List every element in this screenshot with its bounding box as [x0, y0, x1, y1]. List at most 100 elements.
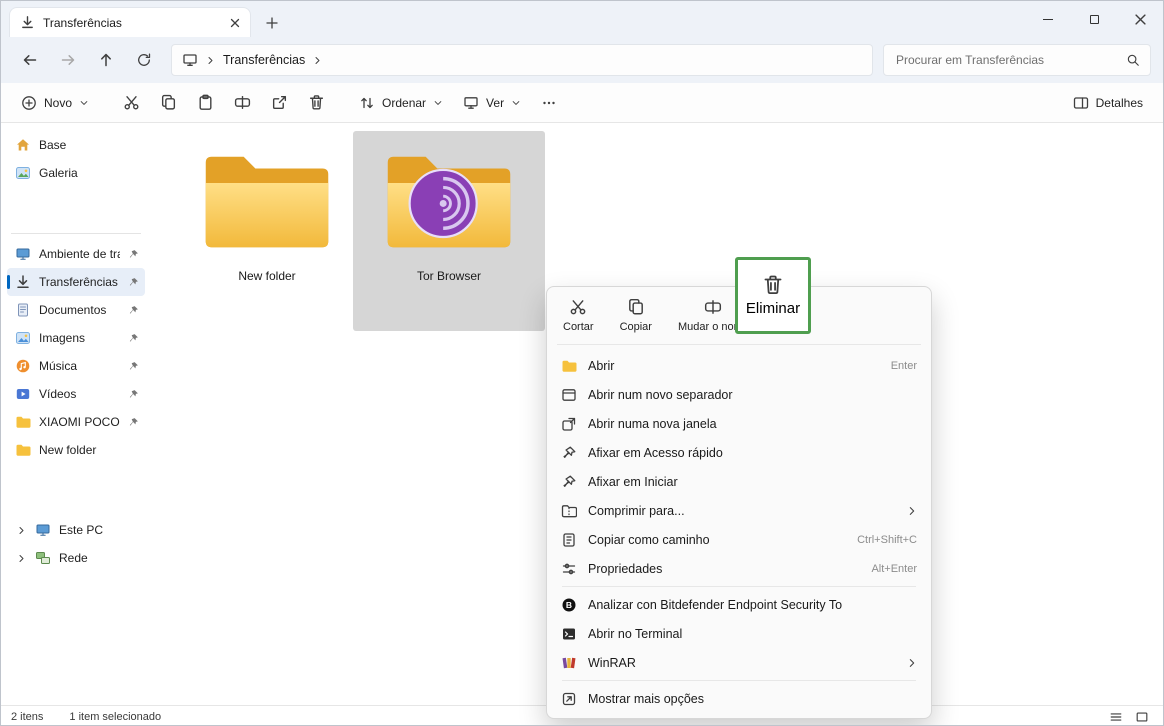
maximize-button[interactable]	[1071, 1, 1117, 37]
sidebar-item-label: Imagens	[39, 331, 120, 345]
large-icons-view-button[interactable]	[1135, 710, 1149, 724]
file-tile-tor-browser[interactable]: Tor Browser	[353, 131, 545, 331]
up-icon	[98, 52, 114, 68]
plus-circle-icon	[21, 95, 37, 111]
sidebar-item-label: Este PC	[59, 523, 139, 537]
context-menu-quick-actions: Cortar Copiar Mudar o nome	[547, 287, 931, 341]
menu-item-abrir-terminal[interactable]: Abrir no Terminal	[552, 619, 926, 648]
view-button-label: Ver	[486, 96, 504, 110]
share-icon	[271, 94, 288, 111]
chevron-down-icon	[511, 98, 521, 108]
network-icon	[35, 550, 51, 566]
sidebar-item-gallery[interactable]: Galeria	[7, 159, 145, 187]
minimize-button[interactable]	[1025, 1, 1071, 37]
menu-item-comprimir-para[interactable]: Comprimir para...	[552, 496, 926, 525]
pin-icon	[561, 474, 577, 490]
pin-icon	[128, 417, 139, 428]
chevron-down-icon	[79, 98, 89, 108]
expand-chevron-icon[interactable]	[17, 526, 26, 535]
menu-item-winrar[interactable]: WinRAR	[552, 648, 926, 677]
sidebar-item-videos[interactable]: Vídeos	[7, 380, 145, 408]
copy-icon	[627, 298, 645, 316]
menu-divider	[562, 680, 916, 681]
quick-cut-button[interactable]: Cortar	[563, 298, 594, 333]
menu-item-mostrar-mais-opcoes[interactable]: Mostrar mais opções	[552, 684, 926, 713]
tab-close-icon[interactable]	[230, 18, 240, 28]
menu-item-abrir-nova-janela[interactable]: Abrir numa nova janela	[552, 409, 926, 438]
context-menu-list: Abrir Enter Abrir num novo separador A	[547, 348, 931, 718]
videos-icon	[15, 386, 31, 402]
open-folder-icon	[561, 358, 577, 374]
context-menu: Cortar Copiar Mudar o nome	[546, 286, 932, 719]
address-bar[interactable]: Transferências	[171, 44, 873, 76]
back-button[interactable]	[13, 44, 47, 76]
menu-item-propriedades[interactable]: Propriedades Alt+Enter	[552, 554, 926, 583]
view-button[interactable]: Ver	[455, 88, 529, 118]
home-icon	[15, 137, 31, 153]
rename-icon	[704, 298, 722, 316]
menu-item-copiar-como-caminho[interactable]: Copiar como caminho Ctrl+Shift+C	[552, 525, 926, 554]
folder-content-area[interactable]: New folder T	[151, 123, 1163, 705]
desktop-icon	[15, 246, 31, 262]
menu-item-bitdefender-scan[interactable]: B Analizar con Bitdefender Endpoint Secu…	[552, 590, 926, 619]
new-tab-button[interactable]	[257, 9, 287, 37]
rename-button[interactable]	[226, 88, 259, 118]
delete-button[interactable]	[300, 88, 333, 118]
scissors-icon	[123, 94, 140, 111]
sidebar-item-label: Música	[39, 359, 120, 373]
sidebar-item-home[interactable]: Base	[7, 131, 145, 159]
sidebar-item-this-pc[interactable]: Este PC	[7, 516, 145, 544]
cut-button[interactable]	[115, 88, 148, 118]
search-box	[883, 44, 1151, 76]
pin-icon	[128, 277, 139, 288]
chevron-right-icon[interactable]	[313, 56, 322, 65]
more-button[interactable]	[533, 88, 565, 118]
sidebar-item-xiaomi-poco[interactable]: XIAOMI POCO F	[7, 408, 145, 436]
forward-button[interactable]	[51, 44, 85, 76]
tab-title: Transferências	[43, 16, 222, 30]
quick-delete-button[interactable]: Eliminar	[746, 274, 800, 317]
details-pane-icon	[1073, 95, 1089, 111]
breadcrumb-item-transferencias[interactable]: Transferências	[223, 53, 305, 67]
sidebar-item-downloads[interactable]: Transferências	[7, 268, 145, 296]
menu-item-abrir[interactable]: Abrir Enter	[552, 351, 926, 380]
copy-icon	[160, 94, 177, 111]
pin-icon	[128, 249, 139, 260]
tor-browser-folder-icon	[379, 145, 519, 259]
expand-chevron-icon[interactable]	[17, 554, 26, 563]
sidebar-item-pictures[interactable]: Imagens	[7, 324, 145, 352]
tab-transferencias[interactable]: Transferências	[9, 7, 251, 37]
search-icon[interactable]	[1126, 53, 1140, 67]
close-button[interactable]	[1117, 1, 1163, 37]
up-button[interactable]	[89, 44, 123, 76]
file-name: Tor Browser	[417, 269, 481, 283]
quick-copy-button[interactable]: Copiar	[620, 298, 652, 333]
menu-item-shortcut: Ctrl+Shift+C	[857, 534, 917, 546]
sidebar-item-network[interactable]: Rede	[7, 544, 145, 572]
paste-button[interactable]	[189, 88, 222, 118]
chevron-down-icon	[433, 98, 443, 108]
menu-item-afixar-iniciar[interactable]: Afixar em Iniciar	[552, 467, 926, 496]
details-pane-button[interactable]: Detalhes	[1065, 88, 1151, 118]
share-button[interactable]	[263, 88, 296, 118]
menu-item-afixar-acesso-rapido[interactable]: Afixar em Acesso rápido	[552, 438, 926, 467]
sidebar-item-documents[interactable]: Documentos	[7, 296, 145, 324]
bitdefender-icon: B	[561, 597, 577, 613]
new-button[interactable]: Novo	[13, 88, 97, 118]
pin-icon	[128, 333, 139, 344]
list-view-button[interactable]	[1109, 710, 1123, 724]
back-icon	[22, 52, 38, 68]
sidebar-item-new-folder[interactable]: New folder	[7, 436, 145, 464]
refresh-button[interactable]	[127, 44, 161, 76]
menu-item-abrir-novo-separador[interactable]: Abrir num novo separador	[552, 380, 926, 409]
download-icon	[20, 15, 35, 30]
sidebar-item-music[interactable]: Música	[7, 352, 145, 380]
sidebar-item-desktop[interactable]: Ambiente de tra	[7, 240, 145, 268]
sort-button[interactable]: Ordenar	[351, 88, 451, 118]
search-input[interactable]	[894, 52, 1120, 68]
copy-button[interactable]	[152, 88, 185, 118]
document-icon	[15, 302, 31, 318]
file-tile-new-folder[interactable]: New folder	[171, 131, 363, 331]
minimize-icon	[1043, 19, 1053, 20]
scissors-icon	[569, 298, 587, 316]
